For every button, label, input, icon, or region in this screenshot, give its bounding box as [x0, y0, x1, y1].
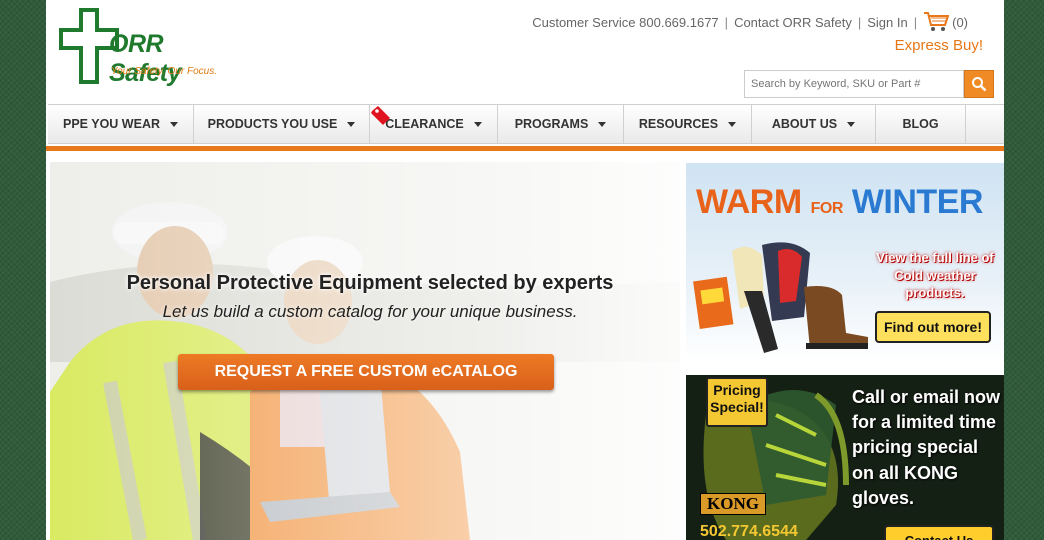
nav-item-ppe-you-wear[interactable]: PPE YOU WEAR	[48, 105, 194, 143]
nav-item-programs[interactable]: PROGRAMS	[498, 105, 624, 143]
warm-for-winter-ad[interactable]: WARM FOR WINTER View the full line of Co…	[686, 163, 1004, 361]
page: ORR Safety Your Safety. Our Focus. Custo…	[46, 0, 1004, 540]
find-out-more-button[interactable]: Find out more!	[875, 311, 991, 343]
chevron-down-icon	[473, 121, 482, 127]
utility-links: Customer Service 800.669.1677 | Contact …	[532, 11, 968, 33]
main-nav: PPE YOU WEAR PRODUCTS YOU USE CLEARANCE …	[48, 104, 1004, 144]
nav-item-blog[interactable]: BLOG	[876, 105, 966, 143]
cart-count: (0)	[952, 14, 968, 30]
nav-accent-bar	[46, 146, 1004, 151]
express-buy-link[interactable]: Express Buy!	[895, 37, 983, 54]
nav-item-about-us[interactable]: ABOUT US	[752, 105, 876, 143]
ad-title-for: FOR	[810, 200, 844, 217]
hero-banner[interactable]: Personal Protective Equipment selected b…	[50, 162, 680, 540]
kong-pricing-ad[interactable]: Pricing Special! Call or email now for a…	[686, 375, 1004, 540]
ad-title-warm: WARM	[696, 183, 802, 221]
chevron-down-icon	[598, 121, 607, 127]
sign-in-link[interactable]: Sign In	[867, 15, 907, 30]
price-tag-icon	[371, 106, 390, 125]
cart-link[interactable]: (0)	[923, 11, 968, 33]
ad-title: WARM FOR WINTER	[696, 183, 983, 222]
chevron-down-icon	[728, 121, 737, 127]
request-ecatalog-button[interactable]: REQUEST A FREE CUSTOM eCATALOG	[178, 354, 554, 390]
winter-products-image	[693, 242, 868, 353]
nav-label: ABOUT US	[771, 117, 838, 131]
shopping-cart-icon	[924, 12, 950, 31]
hero-title: Personal Protective Equipment selected b…	[126, 272, 614, 294]
logo-text: ORR Safety	[109, 30, 182, 87]
orr-safety-logo[interactable]: ORR Safety Your Safety. Our Focus.	[59, 8, 229, 87]
search-button[interactable]	[964, 70, 994, 98]
nav-label: PROGRAMS	[514, 117, 589, 131]
chevron-down-icon	[847, 121, 856, 127]
nav-item-products-you-use[interactable]: PRODUCTS YOU USE	[194, 105, 370, 143]
pricing-special-badge: Pricing Special!	[706, 377, 768, 427]
customer-service-link[interactable]: Customer Service 800.669.1677	[532, 15, 718, 30]
chevron-down-icon	[347, 121, 356, 127]
separator: |	[857, 14, 862, 30]
nav-item-clearance[interactable]: CLEARANCE	[370, 105, 498, 143]
ad-text: Call or email now for a limited time pri…	[852, 387, 1001, 508]
kong-brand-logo: KONG	[700, 493, 766, 515]
contact-us-button[interactable]: Contact Us	[884, 525, 994, 540]
logo-tagline: Your Safety. Our Focus.	[111, 66, 217, 77]
separator: |	[724, 14, 729, 30]
chevron-down-icon	[170, 121, 178, 127]
ad-title-winter: WINTER	[851, 183, 984, 221]
ad-phone: 502.774.6544	[700, 523, 798, 540]
nav-label: RESOURCES	[638, 117, 719, 131]
nav-label: BLOG	[902, 117, 939, 131]
nav-label: PPE YOU WEAR	[62, 117, 160, 131]
hero-subtitle: Let us build a custom catalog for your u…	[162, 302, 578, 321]
nav-item-resources[interactable]: RESOURCES	[624, 105, 752, 143]
search-icon	[972, 77, 987, 92]
separator: |	[913, 14, 918, 30]
ad-text: View the full line of Cold weather produ…	[876, 250, 994, 301]
nav-label: CLEARANCE	[385, 117, 464, 131]
contact-link[interactable]: Contact ORR Safety	[734, 15, 852, 30]
search-input[interactable]	[744, 70, 964, 98]
nav-label: PRODUCTS YOU USE	[207, 117, 338, 131]
workers-photo	[50, 162, 680, 540]
